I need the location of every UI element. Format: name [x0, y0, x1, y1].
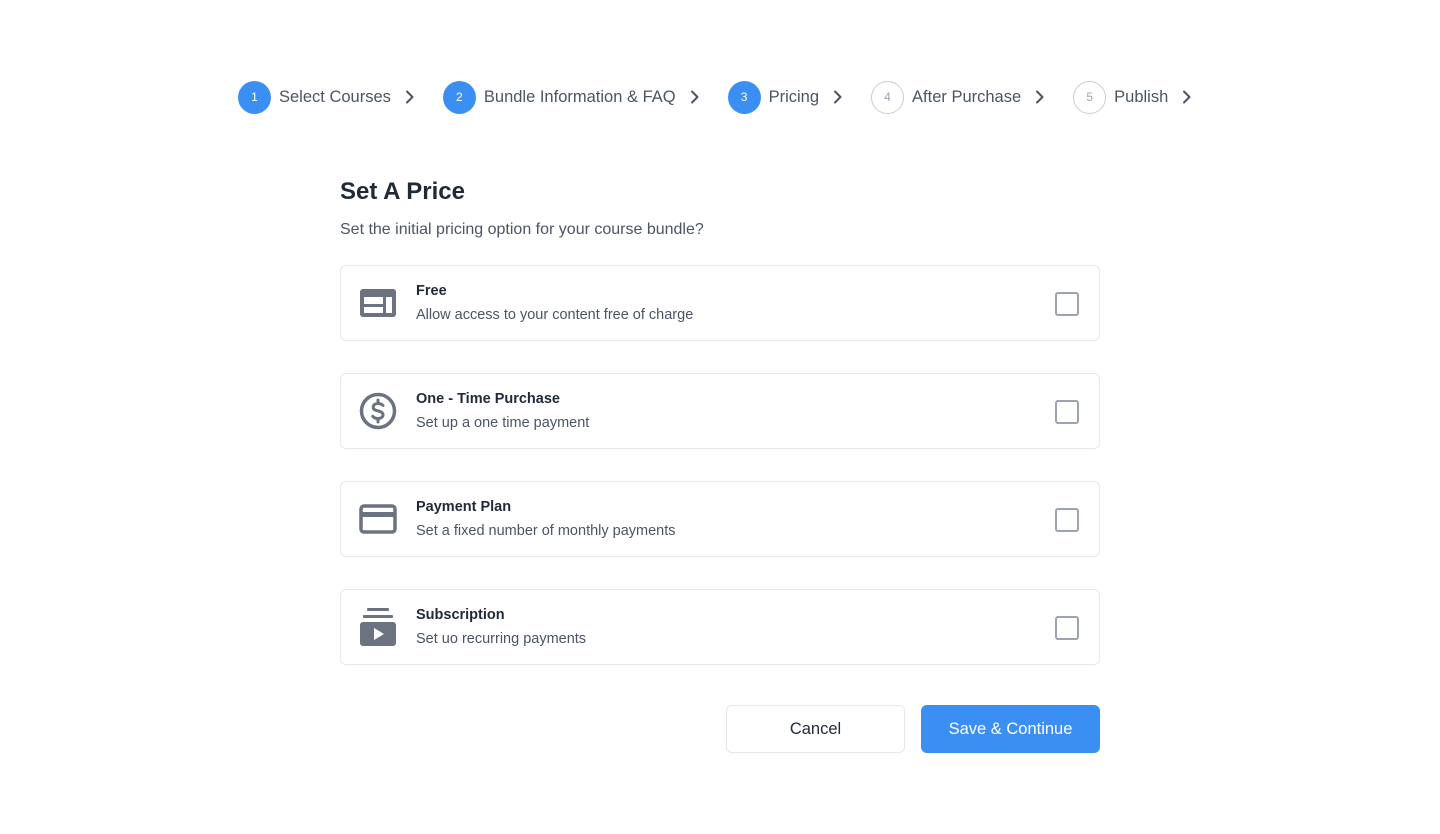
chevron-right-icon — [690, 90, 700, 104]
chevron-right-icon — [833, 90, 843, 104]
stepper: 1 Select Courses 2 Bundle Information & … — [238, 80, 1192, 114]
save-continue-button[interactable]: Save & Continue — [921, 705, 1100, 753]
option-checkbox[interactable] — [1055, 616, 1079, 640]
option-payment-plan[interactable]: Payment Plan Set a fixed number of month… — [340, 481, 1100, 557]
option-text: Free Allow access to your content free o… — [416, 283, 693, 323]
option-title: One - Time Purchase — [416, 391, 560, 407]
option-free[interactable]: Free Allow access to your content free o… — [340, 265, 1100, 341]
credit-card-icon — [359, 500, 397, 538]
step-select-courses[interactable]: 1 Select Courses — [238, 80, 443, 114]
step-number: 3 — [727, 80, 761, 114]
page-subtitle: Set the initial pricing option for your … — [340, 221, 704, 238]
chevron-right-icon — [1035, 90, 1045, 104]
subscription-icon — [359, 608, 397, 646]
option-text: Payment Plan Set a fixed number of month… — [416, 499, 676, 539]
option-checkbox[interactable] — [1055, 400, 1079, 424]
option-title: Subscription — [416, 607, 505, 623]
cancel-button[interactable]: Cancel — [726, 705, 905, 753]
option-title: Free — [416, 283, 447, 299]
step-publish[interactable]: 5 Publish — [1073, 80, 1192, 114]
option-text: One - Time Purchase Set up a one time pa… — [416, 391, 589, 431]
option-one-time-purchase[interactable]: One - Time Purchase Set up a one time pa… — [340, 373, 1100, 449]
dollar-icon — [359, 392, 397, 430]
step-number: 2 — [442, 80, 476, 114]
step-label: Publish — [1114, 87, 1169, 106]
pricing-form: Set A Price Set the initial pricing opti… — [340, 178, 1100, 665]
pricing-options: Free Allow access to your content free o… — [340, 265, 1100, 665]
page: 1 Select Courses 2 Bundle Information & … — [0, 0, 1440, 834]
option-checkbox[interactable] — [1055, 292, 1079, 316]
step-label: After Purchase — [912, 87, 1022, 106]
step-label: Pricing — [768, 87, 820, 106]
step-bundle-information[interactable]: 2 Bundle Information & FAQ — [442, 80, 728, 114]
form-actions: Cancel Save & Continue — [726, 705, 1100, 753]
step-after-purchase[interactable]: 4 After Purchase — [871, 80, 1073, 114]
step-number: 1 — [238, 80, 271, 114]
option-description: Allow access to your content free of cha… — [416, 307, 694, 323]
step-pricing[interactable]: 3 Pricing — [727, 80, 871, 114]
step-label: Bundle Information & FAQ — [483, 87, 676, 106]
step-number: 4 — [871, 80, 905, 114]
option-subscription[interactable]: Subscription Set uo recurring payments — [340, 589, 1100, 665]
option-title: Payment Plan — [416, 499, 512, 515]
page-title: Set A Price — [340, 178, 465, 205]
layout-icon — [359, 284, 397, 322]
step-label: Select Courses — [279, 87, 391, 106]
option-description: Set a fixed number of monthly payments — [416, 523, 676, 539]
option-checkbox[interactable] — [1055, 508, 1079, 532]
option-text: Subscription Set uo recurring payments — [416, 607, 586, 647]
chevron-right-icon — [405, 90, 415, 104]
option-description: Set uo recurring payments — [416, 631, 587, 647]
chevron-right-icon — [1182, 90, 1192, 104]
step-number: 5 — [1073, 80, 1107, 114]
option-description: Set up a one time payment — [416, 415, 590, 431]
